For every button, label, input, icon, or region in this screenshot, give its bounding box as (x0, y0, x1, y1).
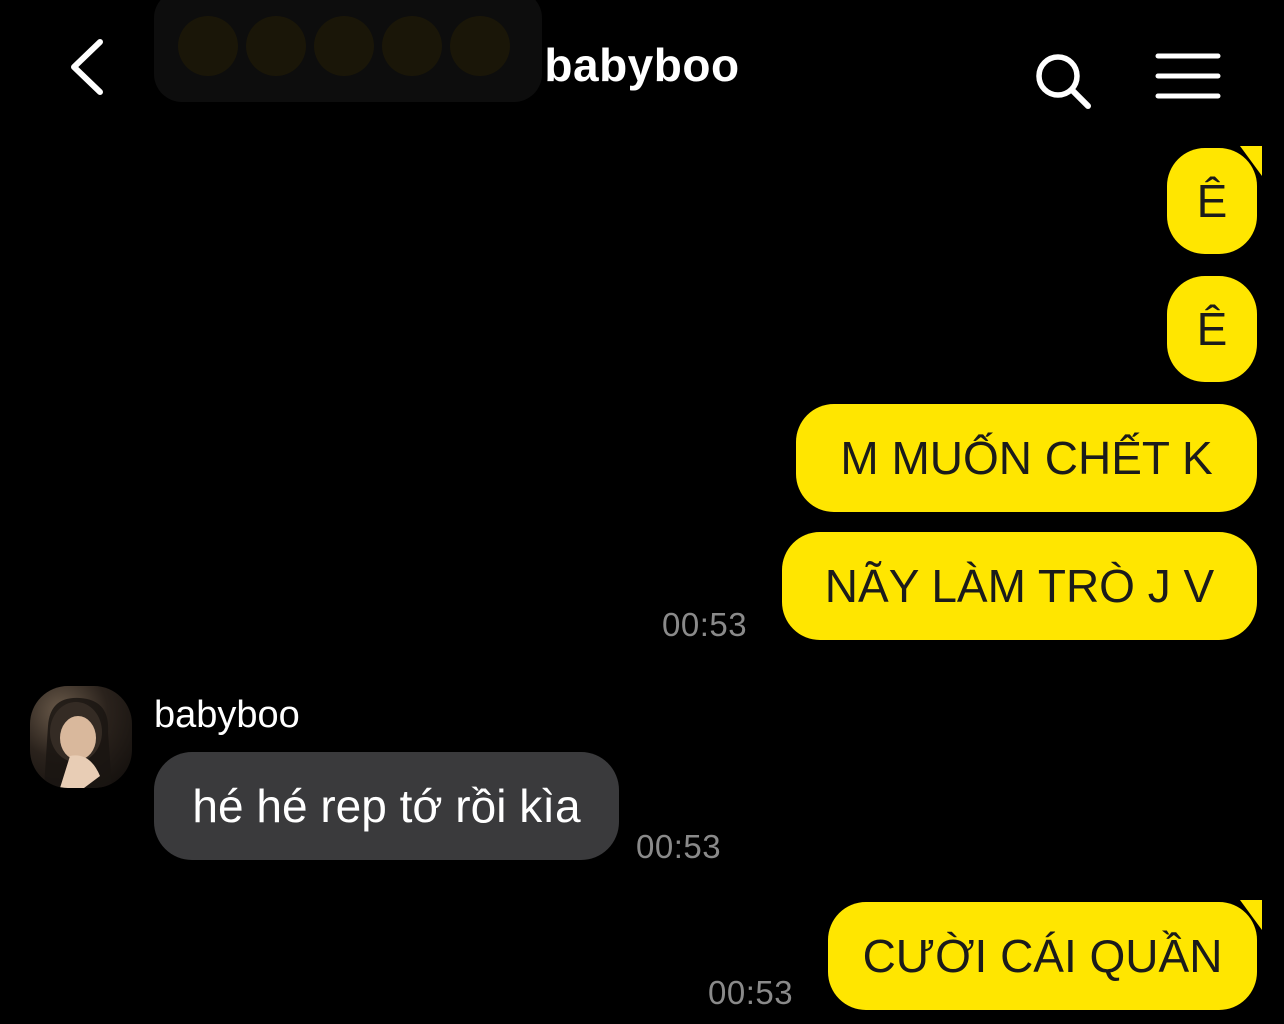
hamburger-menu-icon (1155, 53, 1221, 99)
outgoing-message[interactable]: M MUỐN CHẾT K (796, 404, 1257, 512)
message-timestamp: 00:53 (708, 974, 794, 1011)
bubble-tail (1240, 900, 1262, 930)
incoming-message[interactable]: hé hé rep tớ rồi kìa (154, 752, 619, 860)
avatar[interactable] (30, 686, 132, 788)
message-text: CƯỜI CÁI QUẦN (862, 930, 1223, 982)
outgoing-message[interactable]: Ê (1167, 276, 1257, 382)
message-text: M MUỐN CHẾT K (840, 432, 1213, 484)
search-button[interactable] (1028, 46, 1098, 116)
sender-name: babyboo (154, 694, 300, 736)
outgoing-message[interactable]: NÃY LÀM TRÒ J V (782, 532, 1257, 640)
message-text: NÃY LÀM TRÒ J V (824, 560, 1215, 612)
message-text: Ê (1196, 175, 1228, 227)
outgoing-message[interactable]: CƯỜI CÁI QUẦN (828, 902, 1257, 1010)
message-timestamp: 00:53 (636, 828, 722, 865)
menu-button[interactable] (1150, 46, 1226, 106)
search-icon (1036, 54, 1091, 109)
bubble-tail (1240, 146, 1262, 176)
message-text: Ê (1196, 303, 1228, 355)
message-text: hé hé rep tớ rồi kìa (192, 780, 581, 832)
profile-photo (44, 697, 112, 788)
message-timestamp: 00:53 (662, 606, 748, 643)
chat-screen: babyboo Ê Ê M MUỐN CHẾT K NÃY LÀM TRÒ J … (0, 0, 1284, 1024)
